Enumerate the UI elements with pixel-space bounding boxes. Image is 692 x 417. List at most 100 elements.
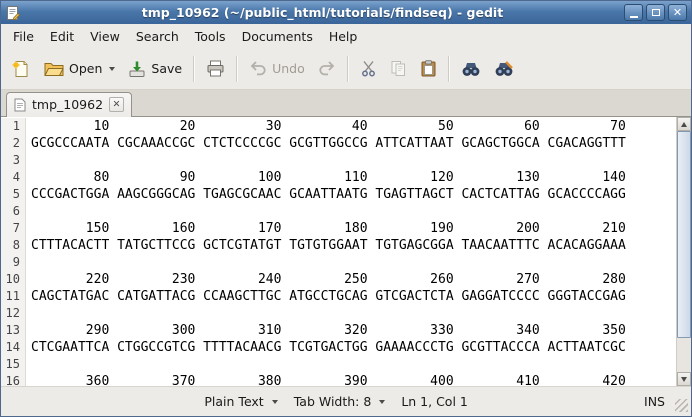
- code-text: CTTTACACTT TATGCTTCCG GCTCGTATGT TGTGTGG…: [26, 237, 626, 254]
- code-text: [26, 254, 31, 271]
- close-icon: ✕: [673, 7, 682, 18]
- editor: 1 10 20 30 40 50 60 702GCGCCCAATA CGCAAA…: [1, 117, 691, 386]
- copy-icon: [390, 60, 407, 77]
- line-number: 6: [1, 203, 26, 220]
- toolbar-separator: [448, 56, 450, 82]
- line-number: 7: [1, 220, 26, 237]
- editor-line: 14CTCGAATTCA CTGGCCGTCG TTTTACAACG TCGTG…: [1, 339, 676, 356]
- maximize-button[interactable]: [646, 4, 665, 21]
- open-button-label: Open: [69, 61, 102, 76]
- tab-tmp-10962[interactable]: tmp_10962 ✕: [6, 92, 132, 117]
- line-number: 10: [1, 271, 26, 288]
- gedit-app-icon: [5, 5, 21, 21]
- editor-line: 7 150 160 170 180 190 200 210: [1, 220, 676, 237]
- document-icon: [14, 98, 26, 112]
- maximize-icon: [652, 9, 660, 16]
- find-icon: [461, 61, 481, 77]
- tab-width-label: Tab Width: 8: [294, 394, 372, 409]
- toolbar-separator: [193, 56, 195, 82]
- gedit-window: tmp_10962 (~/public_html/tutorials/finds…: [0, 0, 692, 417]
- find-replace-button[interactable]: [488, 56, 520, 82]
- cut-button[interactable]: [354, 55, 383, 82]
- editor-lines[interactable]: 1 10 20 30 40 50 60 702GCGCCCAATA CGCAAA…: [1, 117, 676, 386]
- save-button-label: Save: [151, 61, 182, 76]
- menu-file[interactable]: File: [5, 26, 42, 47]
- line-number: 5: [1, 186, 26, 203]
- editor-line: 13 290 300 310 320 330 340 350: [1, 322, 676, 339]
- print-button[interactable]: [200, 55, 231, 82]
- editor-line: 4 80 90 100 110 120 130 140: [1, 169, 676, 186]
- toolbar-separator: [347, 56, 349, 82]
- new-document-icon: [11, 59, 31, 79]
- undo-button-label: Undo: [272, 61, 305, 76]
- editor-line: 11CAGCTATGAC CATGATTACG CCAAGCTTGC ATGCC…: [1, 288, 676, 305]
- editor-line: 3: [1, 152, 676, 169]
- arrow-down-icon: [681, 377, 687, 382]
- status-bar: Plain Text Tab Width: 8 Ln 1, Col 1 INS: [1, 386, 691, 416]
- language-chevron-down-icon: [272, 400, 278, 404]
- menu-edit[interactable]: Edit: [42, 26, 82, 47]
- code-text: CCCGACTGGA AAGCGGGCAG TGAGCGCAAC GCAATTA…: [26, 186, 626, 203]
- line-number: 11: [1, 288, 26, 305]
- save-button[interactable]: Save: [122, 55, 188, 83]
- scrollbar-track[interactable]: [677, 131, 691, 372]
- minimize-button[interactable]: [624, 4, 643, 21]
- editor-line: 15: [1, 356, 676, 373]
- line-number: 1: [1, 118, 26, 135]
- undo-button[interactable]: Undo: [243, 55, 311, 82]
- menu-documents[interactable]: Documents: [234, 26, 321, 47]
- editor-line: 2GCGCCCAATA CGCAAACCGC CTCTCCCCGC GCGTTG…: [1, 135, 676, 152]
- undo-icon: [249, 60, 267, 77]
- close-button[interactable]: ✕: [668, 4, 687, 21]
- tab-close-button[interactable]: ✕: [109, 97, 124, 112]
- line-number: 9: [1, 254, 26, 271]
- arrow-up-icon: [681, 122, 687, 127]
- line-number: 13: [1, 322, 26, 339]
- line-number: 4: [1, 169, 26, 186]
- menu-search[interactable]: Search: [128, 26, 187, 47]
- redo-button[interactable]: [312, 55, 342, 82]
- scroll-down-button[interactable]: [677, 372, 691, 386]
- find-replace-icon: [494, 61, 514, 77]
- open-folder-icon: [44, 60, 64, 77]
- code-text: GCGCCCAATA CGCAAACCGC CTCTCCCCGC GCGTTGG…: [26, 135, 626, 152]
- language-selector[interactable]: Plain Text: [196, 390, 285, 413]
- resize-grip[interactable]: [675, 399, 688, 412]
- editor-line: 9: [1, 254, 676, 271]
- editor-line: 12: [1, 305, 676, 322]
- code-text: CTCGAATTCA CTGGCCGTCG TTTTACAACG TCGTGAC…: [26, 339, 626, 356]
- menu-tools[interactable]: Tools: [187, 26, 234, 47]
- menu-view[interactable]: View: [82, 26, 128, 47]
- editor-line: 1 10 20 30 40 50 60 70: [1, 118, 676, 135]
- line-number: 12: [1, 305, 26, 322]
- scrollbar-thumb[interactable]: [677, 131, 691, 338]
- code-text: 290 300 310 320 330 340 350: [26, 322, 626, 339]
- paste-icon: [420, 60, 437, 77]
- toolbar-separator: [236, 56, 238, 82]
- code-text: 10 20 30 40 50 60 70: [26, 118, 626, 135]
- paste-button[interactable]: [414, 55, 443, 82]
- window-title: tmp_10962 (~/public_html/tutorials/finds…: [25, 5, 620, 20]
- code-text: 220 230 240 250 260 270 280: [26, 271, 626, 288]
- line-number: 2: [1, 135, 26, 152]
- editor-line: 5CCCGACTGGA AAGCGGGCAG TGAGCGCAAC GCAATT…: [1, 186, 676, 203]
- language-label: Plain Text: [204, 394, 263, 409]
- copy-button[interactable]: [384, 55, 413, 82]
- redo-icon: [318, 60, 336, 77]
- code-text: CAGCTATGAC CATGATTACG CCAAGCTTGC ATGCCTG…: [26, 288, 626, 305]
- cut-icon: [360, 60, 377, 77]
- titlebar[interactable]: tmp_10962 (~/public_html/tutorials/finds…: [1, 1, 691, 24]
- toolbar: Open Save Undo: [1, 48, 691, 90]
- editor-line: 8CTTTACACTT TATGCTTCCG GCTCGTATGT TGTGTG…: [1, 237, 676, 254]
- code-text: [26, 152, 31, 169]
- tab-label: tmp_10962: [32, 97, 103, 112]
- open-button[interactable]: Open: [38, 55, 121, 82]
- tab-bar: tmp_10962 ✕: [1, 90, 691, 117]
- scroll-up-button[interactable]: [677, 117, 691, 131]
- menu-help[interactable]: Help: [321, 26, 366, 47]
- line-number: 15: [1, 356, 26, 373]
- find-button[interactable]: [455, 56, 487, 82]
- tab-width-selector[interactable]: Tab Width: 8: [286, 390, 394, 413]
- vertical-scrollbar[interactable]: [676, 117, 691, 386]
- new-document-button[interactable]: [5, 54, 37, 84]
